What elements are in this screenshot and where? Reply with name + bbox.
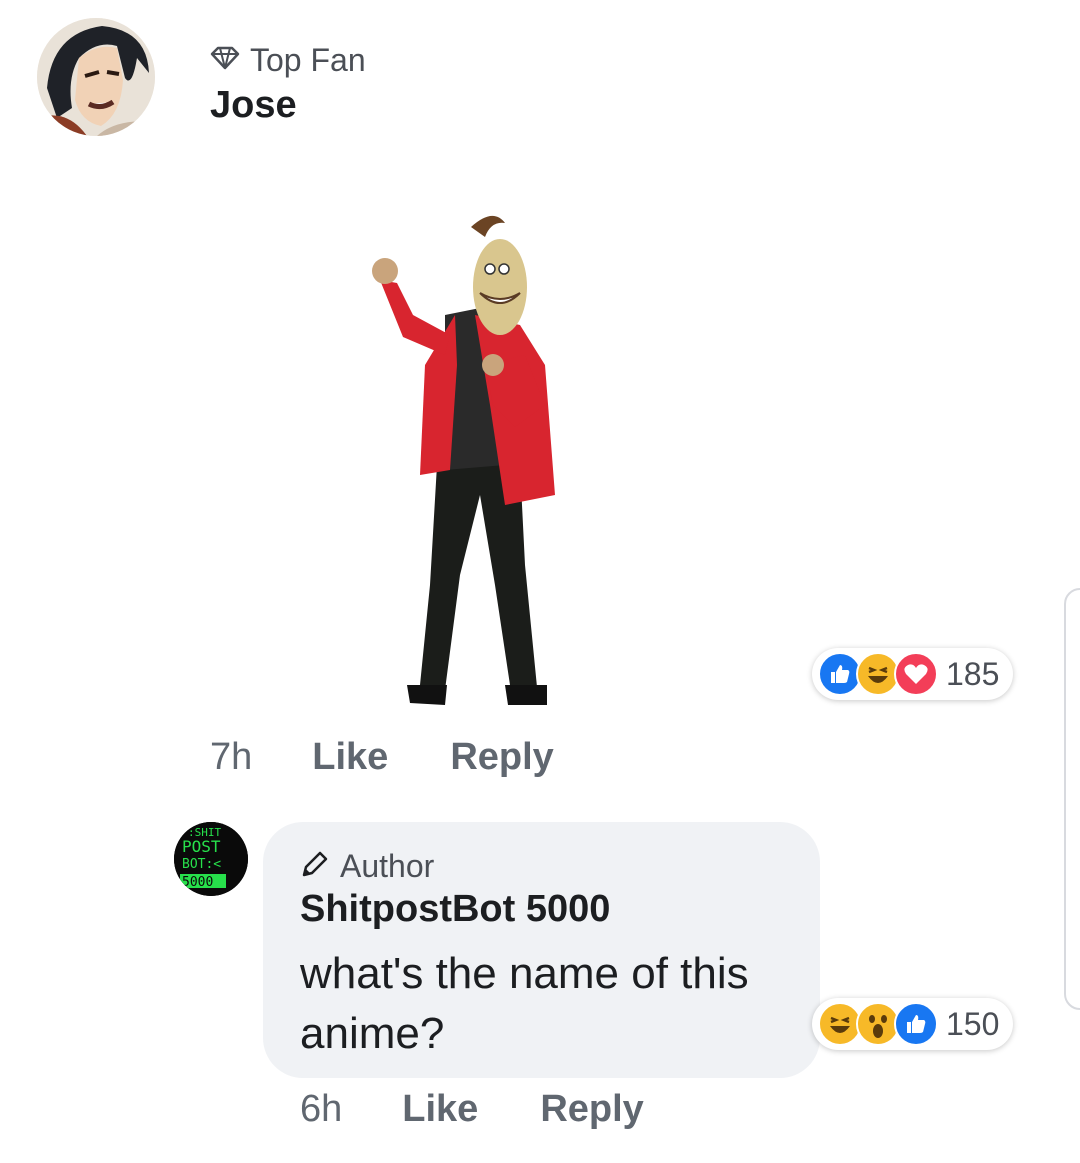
reaction-count: 185 — [946, 655, 1000, 692]
scrollbar[interactable] — [1064, 588, 1080, 1010]
avatar-text-line3: BOT:< — [182, 857, 221, 872]
pencil-icon — [300, 849, 330, 884]
reply-message: what's the name of this anime? — [300, 949, 749, 1058]
comment-sticker-image[interactable] — [175, 165, 820, 725]
comment-author-name[interactable]: Jose — [210, 84, 297, 127]
badge-label: Top Fan — [250, 42, 366, 78]
author-badge: Author — [300, 848, 434, 885]
reply-like-button[interactable]: Like — [402, 1088, 478, 1131]
reply-reply-button[interactable]: Reply — [540, 1088, 643, 1131]
comment-meta: 7h Like Reply — [210, 736, 554, 779]
avatar-text-line4: 5000 — [182, 875, 213, 890]
reply-meta: 6h Like Reply — [300, 1088, 644, 1131]
author-badge-label: Author — [340, 848, 435, 884]
love-icon — [894, 652, 938, 696]
reply-author-name[interactable]: ShitpostBot 5000 — [300, 888, 610, 931]
avatar-jose[interactable] — [37, 18, 155, 136]
reply-time[interactable]: 6h — [300, 1088, 342, 1131]
avatar-text-line2: POST — [182, 837, 221, 856]
reaction-count: 150 — [946, 1005, 1000, 1042]
reply-reactions[interactable]: 150 — [812, 998, 1014, 1050]
comment-reply-button[interactable]: Reply — [450, 736, 553, 779]
comment-like-button[interactable]: Like — [312, 736, 388, 779]
like-icon — [894, 1002, 938, 1046]
diamond-icon — [210, 46, 240, 75]
top-fan-badge: Top Fan — [210, 42, 366, 79]
comment-time[interactable]: 7h — [210, 736, 252, 779]
avatar-shitpostbot[interactable]: :SHIT POST BOT:< 5000 — [174, 822, 248, 896]
comment-reactions[interactable]: 185 — [812, 648, 1014, 700]
